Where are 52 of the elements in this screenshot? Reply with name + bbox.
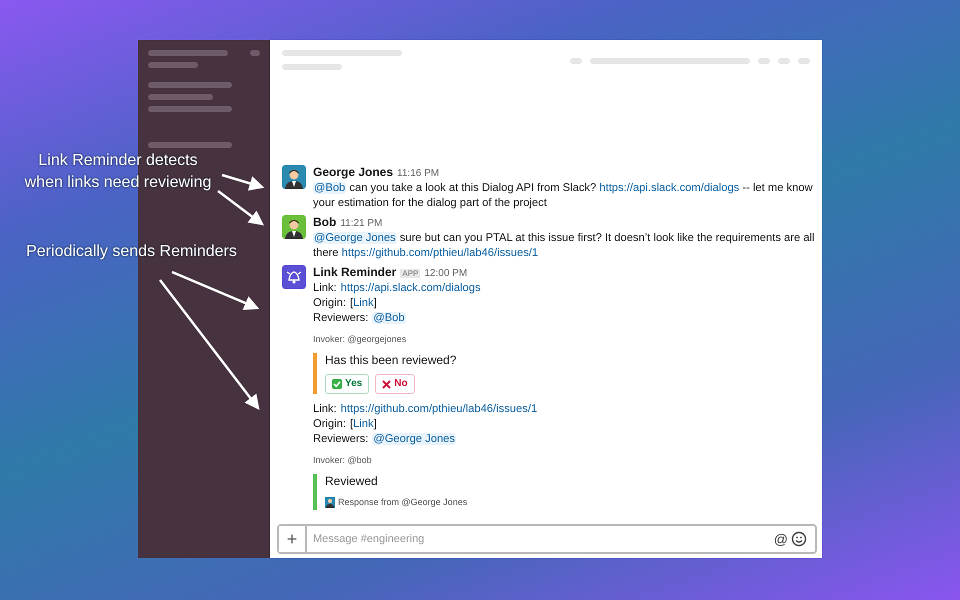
cross-icon [382,380,392,388]
author-name[interactable]: George Jones [313,165,394,179]
message-text: @George Jones sure but can you PTAL at this issue first? It doesn’t look like the requirements are all there https://github.com/pthieu/lab46/issues/1 [313,231,816,261]
no-button[interactable]: No [375,374,415,394]
message-time: 11:21 PM [340,218,382,229]
author-name[interactable]: Bob [313,215,336,229]
skeleton-bar [148,62,198,68]
skeleton-bar [148,94,213,100]
mention[interactable]: @George Jones [372,433,456,445]
link[interactable]: https://api.slack.com/dialogs [599,182,740,194]
field-label: Reviewers: [313,433,368,445]
field-label: Link: [313,403,337,415]
message-time: 11:16 PM [397,168,440,179]
author-name[interactable]: Link Reminder [313,265,396,279]
link[interactable]: Link [353,297,374,309]
skeleton-bar [250,50,260,56]
link[interactable]: https://api.slack.com/dialogs [340,282,481,294]
invoker-text: Invoker: @georgejones [313,333,408,346]
emoji-icon[interactable] [791,531,807,547]
avatar [282,215,306,239]
field-label: Link: [313,282,337,294]
mention[interactable]: @Bob [313,182,346,194]
skeleton-bar [778,58,790,64]
response-text: Response from @George Jones [338,496,468,509]
field-value: [Link] [350,297,377,309]
mention[interactable]: @George Jones [313,232,397,244]
link[interactable]: https://github.com/pthieu/lab46/issues/1 [340,403,538,415]
mention-button[interactable]: @ [770,528,791,550]
field-label: Origin: [313,418,346,430]
field-value: [Link] [350,418,377,430]
attachment-title: Has this been reviewed? [325,353,458,368]
check-icon [332,379,342,389]
avatar [282,165,306,189]
attachment-title: Reviewed [325,474,379,489]
yes-button[interactable]: Yes [325,374,370,394]
link[interactable]: Link [353,418,374,430]
message-text: @Bob can you take a look at this Dialog API from Slack? https://api.slack.com/dialogs -- let me know your estimation for the dialog part of the project [313,181,814,211]
skeleton-bar [282,64,342,70]
message-input[interactable]: + Message #engineering @ [277,524,817,554]
mention[interactable]: @Bob [372,312,406,324]
field-label: Reviewers: [313,312,368,324]
field-label: Origin: [313,297,346,309]
skeleton-bar [758,58,770,64]
skeleton-bar [798,58,810,64]
link[interactable]: https://github.com/pthieu/lab46/issues/1 [342,247,538,259]
bell-avatar [282,265,306,289]
message-time: 12:00 PM [424,268,468,279]
app-label: APP [400,269,420,278]
plus-button[interactable]: + [279,526,307,552]
avatar [325,497,335,508]
skeleton-bar [570,58,582,64]
invoker-text: Invoker: @bob [313,454,373,467]
